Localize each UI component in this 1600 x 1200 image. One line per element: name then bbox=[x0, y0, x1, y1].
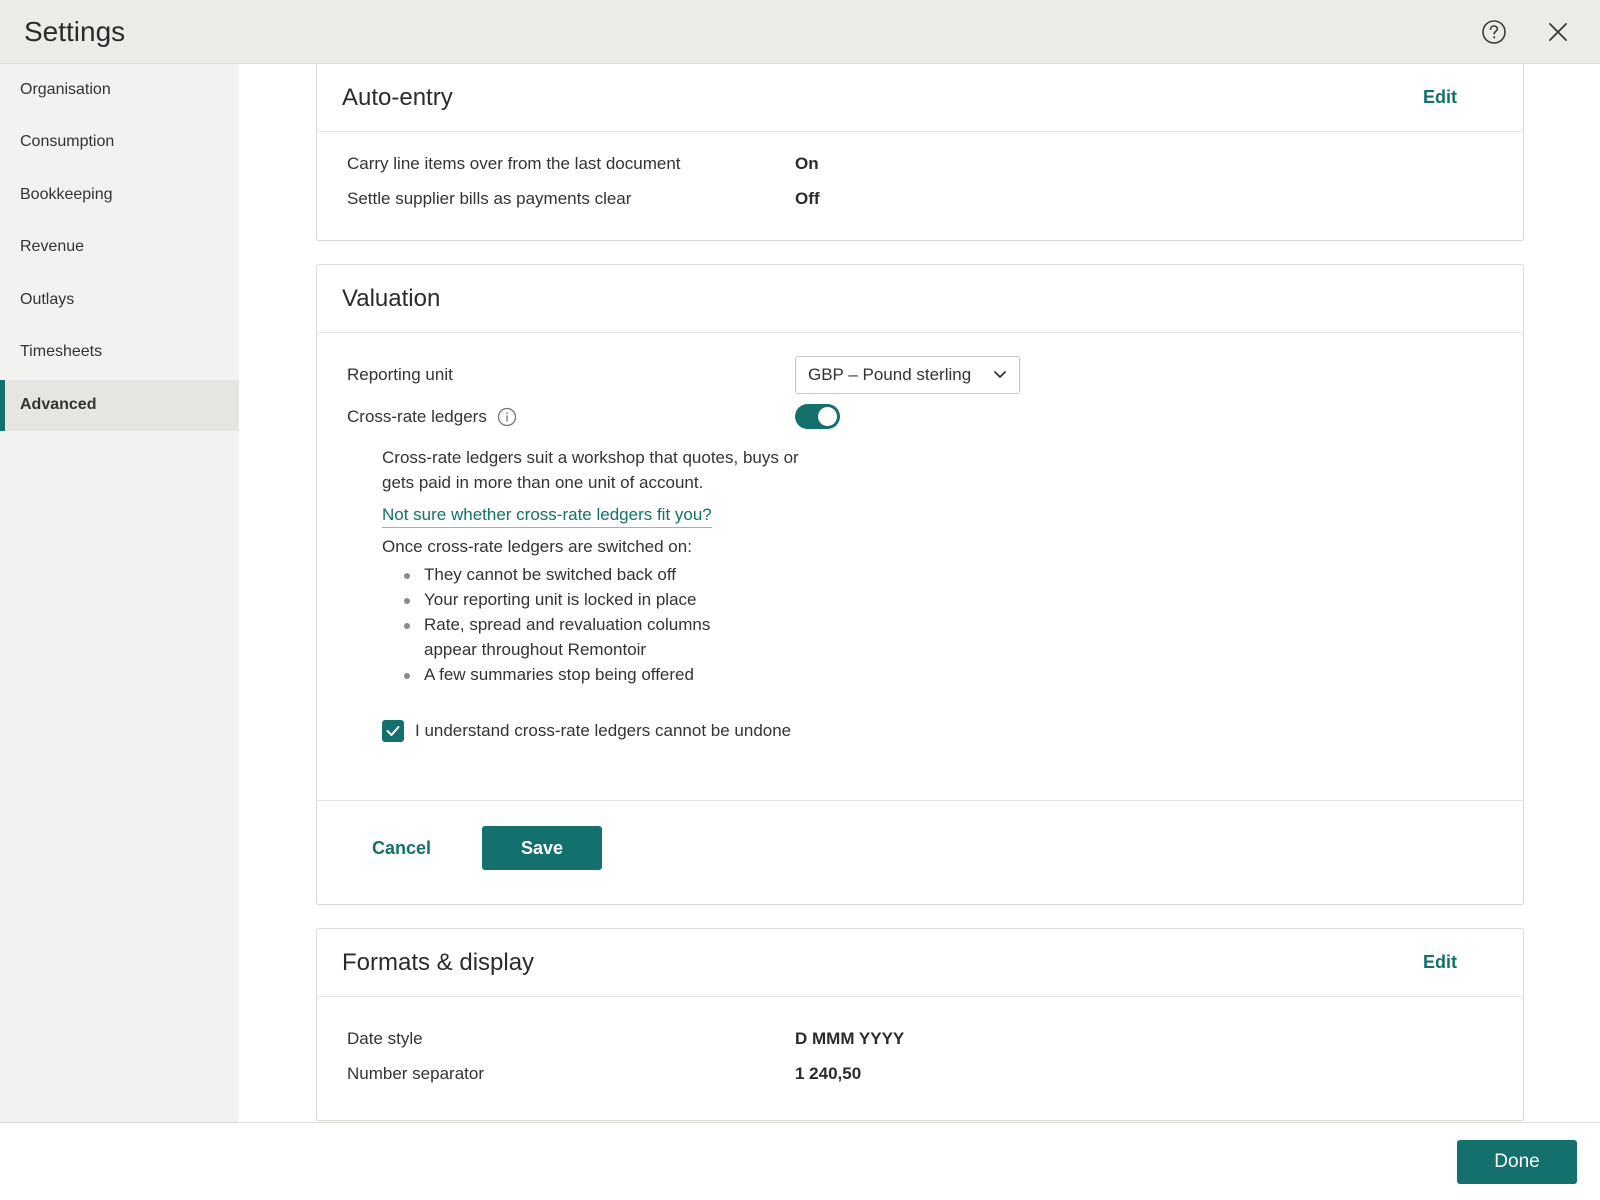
valuation-header: Valuation bbox=[317, 265, 1523, 333]
info-circle-icon bbox=[497, 407, 516, 426]
row-label: Number separator bbox=[347, 1064, 485, 1083]
valuation-actions: Cancel Save bbox=[317, 800, 1523, 905]
formats-row: Number separator 1 240,50 bbox=[347, 1064, 861, 1084]
close-button[interactable] bbox=[1540, 14, 1576, 50]
header-actions bbox=[1476, 0, 1576, 64]
save-button[interactable]: Save bbox=[482, 826, 602, 870]
sidebar-item-label: Organisation bbox=[20, 80, 111, 98]
row-value: D MMM YYYY bbox=[795, 1029, 905, 1048]
cancel-button[interactable]: Cancel bbox=[372, 838, 431, 859]
confirm-checkbox[interactable] bbox=[382, 720, 404, 742]
sidebar-item-label: Advanced bbox=[20, 396, 97, 414]
reporting-unit-row: Reporting unit GBP – Pound sterling bbox=[347, 356, 1020, 394]
chevron-down-icon bbox=[994, 371, 1006, 378]
list-item: They cannot be switched back off bbox=[404, 562, 744, 587]
confirm-label: I understand cross-rate ledgers cannot b… bbox=[415, 721, 792, 740]
settings-main: Auto-entry Edit Carry line items over fr… bbox=[239, 64, 1600, 1122]
auto-entry-header: Auto-entry Edit bbox=[317, 64, 1523, 132]
reporting-unit-value: GBP – Pound sterling bbox=[808, 365, 972, 384]
page-title: Settings bbox=[24, 15, 126, 47]
valuation-title: Valuation bbox=[342, 284, 441, 312]
consequences-list: They cannot be switched back off Your re… bbox=[382, 562, 744, 687]
sidebar-item-label: Bookkeeping bbox=[20, 185, 113, 203]
formats-row: Date style D MMM YYYY bbox=[347, 1029, 904, 1049]
info-icon[interactable] bbox=[497, 407, 517, 427]
row-value: On bbox=[795, 154, 819, 173]
formats-card: Formats & display Edit Date style D MMM … bbox=[316, 928, 1524, 1121]
auto-entry-row: Carry line items over from the last docu… bbox=[347, 154, 819, 174]
settings-sidebar: Organisation Consumption Bookkeeping Rev… bbox=[0, 64, 239, 1122]
settings-header: Settings bbox=[0, 0, 1600, 64]
consequences-intro: Once cross-rate ledgers are switched on: bbox=[382, 537, 692, 556]
confirm-row: I understand cross-rate ledgers cannot b… bbox=[382, 720, 791, 742]
auto-entry-row: Settle supplier bills as payments clear … bbox=[347, 189, 820, 209]
settings-footer: Done bbox=[0, 1122, 1600, 1200]
row-value: 1 240,50 bbox=[795, 1064, 862, 1083]
sidebar-item-revenue[interactable]: Revenue bbox=[0, 222, 239, 273]
close-icon bbox=[1549, 23, 1567, 41]
reporting-unit-label: Reporting unit bbox=[347, 365, 453, 384]
sidebar-item-advanced[interactable]: Advanced bbox=[0, 379, 239, 431]
sidebar-item-consumption[interactable]: Consumption bbox=[0, 117, 239, 168]
cross-rate-row: Cross-rate ledgers bbox=[347, 404, 840, 429]
sidebar-item-bookkeeping[interactable]: Bookkeeping bbox=[0, 169, 239, 220]
row-label: Settle supplier bills as payments clear bbox=[347, 189, 632, 208]
formats-edit-button[interactable]: Edit bbox=[1423, 952, 1457, 973]
sidebar-item-label: Timesheets bbox=[20, 343, 103, 361]
sidebar-item-outlays[interactable]: Outlays bbox=[0, 274, 239, 325]
auto-entry-title: Auto-entry bbox=[342, 83, 453, 111]
check-icon bbox=[386, 726, 400, 736]
row-value: Off bbox=[795, 189, 820, 208]
valuation-card: Valuation Reporting unit GBP – Pound ste… bbox=[316, 264, 1524, 905]
list-item: A few summaries stop being offered bbox=[404, 662, 744, 687]
sidebar-item-timesheets[interactable]: Timesheets bbox=[0, 327, 239, 378]
sidebar-item-organisation[interactable]: Organisation bbox=[0, 64, 239, 115]
cross-rate-label-wrap: Cross-rate ledgers bbox=[347, 407, 795, 427]
reporting-unit-select[interactable]: GBP – Pound sterling bbox=[795, 356, 1020, 394]
auto-entry-edit-button[interactable]: Edit bbox=[1423, 87, 1457, 108]
cross-rate-consequences: Once cross-rate ledgers are switched on:… bbox=[382, 537, 744, 687]
formats-title: Formats & display bbox=[342, 948, 535, 976]
cross-rate-learn-link[interactable]: Not sure whether cross-rate ledgers fit … bbox=[382, 505, 712, 528]
cross-rate-label: Cross-rate ledgers bbox=[347, 406, 487, 426]
formats-header: Formats & display Edit bbox=[317, 929, 1523, 997]
sidebar-item-label: Consumption bbox=[20, 133, 115, 151]
sidebar-item-label: Revenue bbox=[20, 238, 85, 256]
list-item: Rate, spread and revaluation columns app… bbox=[404, 612, 744, 662]
row-label: Date style bbox=[347, 1029, 423, 1048]
help-button[interactable] bbox=[1476, 14, 1512, 50]
auto-entry-card: Auto-entry Edit Carry line items over fr… bbox=[316, 64, 1524, 241]
cross-rate-description: Cross-rate ledgers suit a workshop that … bbox=[382, 448, 799, 492]
sidebar-item-label: Outlays bbox=[20, 290, 75, 308]
done-button[interactable]: Done bbox=[1457, 1140, 1577, 1184]
cross-rate-toggle[interactable] bbox=[795, 404, 840, 429]
help-circle-icon bbox=[1482, 20, 1506, 44]
row-label: Carry line items over from the last docu… bbox=[347, 154, 681, 173]
list-item: Your reporting unit is locked in place bbox=[404, 587, 744, 612]
